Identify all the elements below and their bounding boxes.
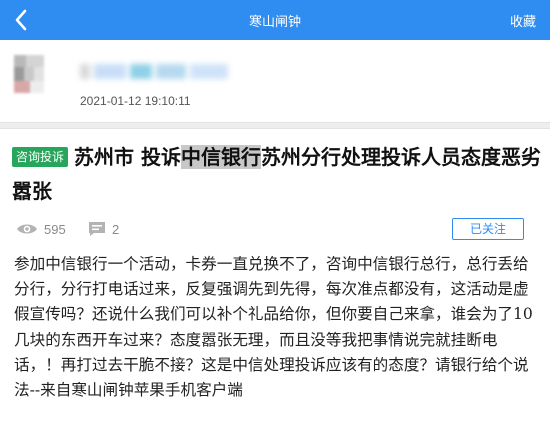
category-tag[interactable]: 咨询投诉 xyxy=(12,147,69,167)
author-name-blurred xyxy=(80,62,230,82)
page-title: 寒山闸钟 xyxy=(248,15,301,30)
eye-icon xyxy=(17,224,37,234)
title-highlight: 中信银行 xyxy=(180,145,261,169)
comment-icon xyxy=(89,222,105,236)
comment-count-value: 2 xyxy=(112,221,120,237)
view-count: 595 xyxy=(16,220,66,238)
avatar[interactable] xyxy=(14,55,44,93)
post-stats: 595 2 已关注 xyxy=(16,218,536,240)
top-nav-bar: 寒山闸钟 收藏 xyxy=(0,0,550,40)
post-title: 咨询投诉 苏州市 投诉中信银行苏州分行处理投诉人员态度恶劣嚣张 xyxy=(12,140,542,208)
view-count-value: 595 xyxy=(44,221,66,237)
author-section: 2021-01-12 19:10:11 xyxy=(0,40,550,122)
post-content: 参加中信银行一个活动，卡券一直兑换不了，咨询中信银行总行，总行丢给分行，分行打电… xyxy=(14,255,533,400)
section-divider xyxy=(0,122,550,129)
collect-button[interactable]: 收藏 xyxy=(510,11,536,30)
title-prefix: 苏州市 投诉 xyxy=(74,145,181,169)
follow-button[interactable]: 已关注 xyxy=(452,218,524,240)
comment-count[interactable]: 2 xyxy=(88,220,119,238)
post-timestamp: 2021-01-12 19:10:11 xyxy=(80,94,191,108)
